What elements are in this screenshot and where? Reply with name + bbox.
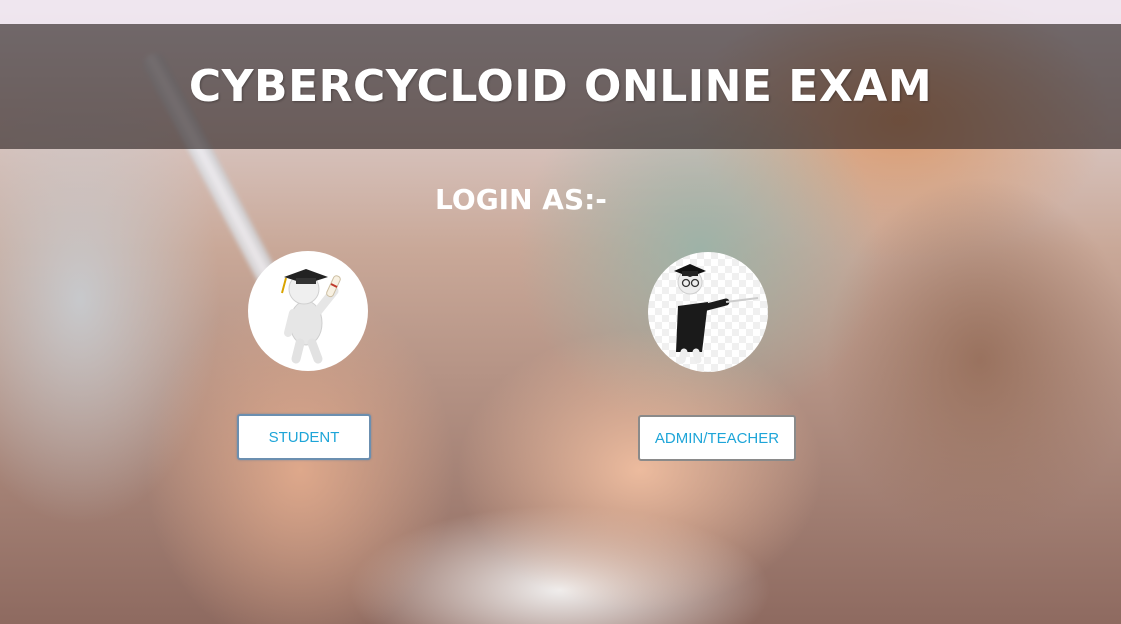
login-as-heading: LOGIN AS:-	[435, 183, 607, 216]
page-title: CYBERCYCLOID ONLINE EXAM	[188, 61, 933, 112]
student-login-button[interactable]: STUDENT	[237, 414, 371, 460]
student-avatar	[248, 251, 368, 371]
header-banner: CYBERCYCLOID ONLINE EXAM	[0, 24, 1121, 149]
admin-teacher-login-button[interactable]: ADMIN/TEACHER	[638, 415, 796, 461]
top-strip	[0, 0, 1121, 24]
teacher-avatar	[648, 252, 768, 372]
graduate-student-icon	[281, 269, 341, 364]
teacher-pointer-icon	[674, 264, 759, 364]
